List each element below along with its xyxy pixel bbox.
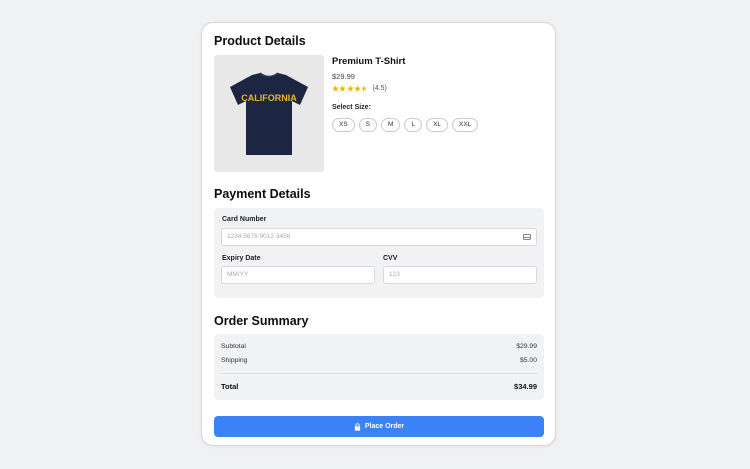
credit-card-icon (523, 234, 531, 240)
subtotal-row: Subtotal $29.99 (221, 343, 537, 350)
cvv-field[interactable]: 123 (383, 266, 537, 284)
place-order-label: Place Order (364, 423, 405, 430)
card-number-placeholder: 1234 5678 9012 3456 (227, 233, 291, 240)
product-image: CALIFORNIA (214, 55, 324, 172)
order-summary: Subtotal $29.99 Shipping $5.00 Total $34… (214, 334, 544, 400)
rating-text: (4.5) (372, 85, 387, 92)
size-option-s[interactable]: S (358, 118, 378, 132)
tshirt-image: CALIFORNIA (230, 72, 308, 155)
shirt-print-text: CALIFORNIA (241, 93, 297, 103)
lock-icon (354, 422, 361, 431)
star-icon (346, 85, 354, 92)
product-name: Premium T-Shirt (332, 56, 406, 67)
size-option-xs[interactable]: XS (332, 118, 355, 132)
total-value: $34.99 (514, 382, 537, 391)
shipping-label: Shipping (221, 357, 248, 364)
star-icon (332, 85, 339, 92)
product-details-title: Product Details (214, 34, 306, 48)
shipping-value: $5.00 (519, 357, 537, 364)
expiry-date-field[interactable]: MM/YY (221, 266, 375, 284)
payment-form: Card Number 1234 5678 9012 3456 Expiry D… (214, 208, 544, 298)
payment-details-title: Payment Details (214, 187, 311, 201)
subtotal-label: Subtotal (221, 343, 246, 350)
star-icon (354, 85, 361, 92)
summary-divider (221, 373, 537, 374)
place-order-button[interactable]: Place Order (214, 416, 544, 437)
product-price: $29.99 (332, 72, 355, 81)
product-rating: (4.5) (332, 85, 387, 92)
star-icon (361, 85, 368, 92)
total-label: Total (221, 382, 239, 391)
shipping-row: Shipping $5.00 (221, 357, 537, 364)
size-option-l[interactable]: L (404, 118, 423, 132)
size-option-xxl[interactable]: XXL (452, 118, 479, 132)
subtotal-value: $29.99 (516, 343, 537, 350)
order-summary-title: Order Summary (214, 314, 309, 328)
card-number-field[interactable]: 1234 5678 9012 3456 (221, 228, 537, 246)
size-options: XS S M L XL XXL (332, 118, 482, 132)
total-row: Total $34.99 (221, 382, 537, 391)
card-number-label: Card Number (222, 216, 267, 223)
size-option-xl[interactable]: XL (426, 118, 449, 132)
rating-stars (332, 85, 368, 92)
cvv-label: CVV (383, 255, 398, 262)
size-label: Select Size: (332, 104, 371, 111)
expiry-date-placeholder: MM/YY (227, 271, 249, 278)
size-option-m[interactable]: M (381, 118, 401, 132)
cvv-placeholder: 123 (389, 271, 400, 278)
expiry-date-label: Expiry Date (222, 255, 261, 262)
checkout-card: Product Details CALIFORNIA Premium T-Shi… (201, 22, 556, 446)
star-icon (339, 85, 346, 92)
